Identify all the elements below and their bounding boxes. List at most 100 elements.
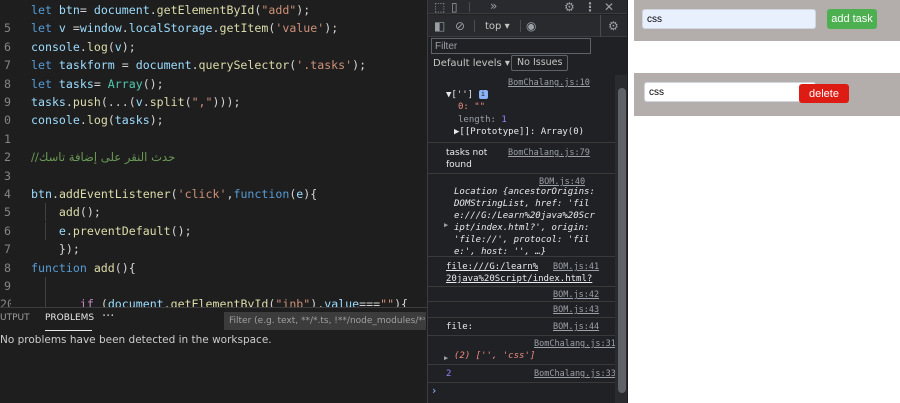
code-token: tasks	[31, 95, 66, 109]
location-line: DOMStringList, href: 'fil	[454, 199, 590, 209]
code-line[interactable]: 9	[0, 277, 427, 295]
code-line[interactable]: 20 if (document.getElementById("inb").va…	[0, 295, 427, 307]
code-line[interactable]: 0 console.log(tasks);	[0, 111, 427, 129]
source-link[interactable]: BOM.js:44	[553, 322, 599, 333]
code-token: (...(	[100, 95, 136, 109]
code-token: tasks	[114, 113, 150, 128]
code-token: split	[149, 95, 185, 109]
code-token: );	[149, 113, 164, 128]
source-link[interactable]: BomChalang.js:33	[534, 369, 615, 380]
code-token: preventDefault	[72, 223, 171, 238]
code-token: log	[86, 113, 108, 128]
code-token: ();	[79, 205, 101, 220]
code-editor[interactable]: let btn= document.getElementById("add");…	[0, 0, 427, 307]
code-token: function	[31, 260, 94, 275]
toolbar-divider	[474, 20, 475, 32]
clear-console-icon[interactable]: ⊘	[455, 19, 465, 33]
context-select[interactable]: top ▾	[485, 21, 510, 32]
code-line[interactable]: 6 e.preventDefault();	[0, 221, 427, 240]
code-line[interactable]: 5 let v =window.localStorage.getItem('val…	[0, 19, 427, 37]
code-line[interactable]: 8 function add(){	[0, 259, 427, 277]
code-line[interactable]: 7 });	[0, 240, 427, 258]
task-input[interactable]	[642, 9, 816, 29]
code-token: getElementById	[156, 3, 255, 17]
source-link[interactable]: BomChalang.js:79	[508, 148, 590, 159]
console-filter-input[interactable]	[431, 38, 591, 54]
source-link[interactable]: BOM.js:42	[553, 290, 599, 301]
console-settings-gear-icon[interactable]: ⚙	[608, 19, 619, 33]
source-link[interactable]: BOM.js:43	[553, 305, 599, 316]
code-token: "add"	[261, 3, 297, 17]
devtools-tab-bar: ⬚ ▯ » ⚙ ⋮ ✕	[428, 0, 627, 14]
code-token: ();	[170, 223, 192, 238]
task-text-field[interactable]	[644, 82, 816, 102]
close-devtools-icon[interactable]: ✕	[604, 0, 614, 14]
info-icon: i	[478, 90, 488, 99]
device-toolbar-icon[interactable]: ▯	[451, 0, 458, 14]
code-line[interactable]: let btn= document.getElementById("add");	[0, 1, 427, 19]
source-link[interactable]: BomChalang.js:10	[508, 78, 590, 89]
add-task-button[interactable]: add task	[827, 9, 877, 29]
toolbar-divider	[600, 15, 601, 37]
problems-filter-input[interactable]	[224, 312, 426, 330]
sidebar-toggle-icon[interactable]: ◧	[434, 19, 445, 33]
code-line[interactable]: 1	[0, 130, 427, 148]
array-prototype[interactable]: ▶[[Prototype]]: Array(0)	[454, 127, 584, 138]
code-token: ){	[303, 187, 318, 201]
code-line[interactable]: 7 let taskform = document.querySelector('…	[0, 56, 427, 74]
line-number: 5	[4, 21, 11, 36]
inspect-element-icon[interactable]: ⬚	[434, 0, 445, 14]
code-token: );	[121, 39, 136, 54]
message-link[interactable]: 20java%20Script/index.html?	[446, 274, 592, 285]
message-text: file:	[446, 322, 474, 332]
code-token: =	[93, 76, 108, 91]
array-expanded[interactable]: ▼[''] i	[446, 90, 488, 101]
tab-problems[interactable]: PROBLEMS	[45, 313, 94, 323]
expand-triangle-icon[interactable]: ▶	[444, 353, 448, 364]
message-number: 2	[446, 369, 452, 379]
code-line[interactable]: 3	[0, 167, 427, 185]
code-token: =	[79, 3, 94, 17]
code-token: taskform	[58, 58, 115, 73]
code-token: v	[58, 21, 66, 36]
console-message: BOM.js:43	[428, 303, 615, 318]
issues-button[interactable]: No Issues	[511, 55, 569, 71]
code-line[interactable]: 4 btn.addEventListener('click',function(e…	[0, 185, 427, 203]
code-line[interactable]: 2 //حدث النقر على إضافة تاسك	[0, 148, 427, 166]
more-actions-icon[interactable]: ···	[102, 309, 114, 324]
more-tabs-icon[interactable]: »	[490, 0, 497, 13]
console-scrollbar-thumb[interactable]	[618, 88, 626, 393]
code-token: console	[31, 113, 80, 128]
code-line[interactable]: 8 let tasks= Array();	[0, 75, 427, 93]
expand-triangle-icon[interactable]: ▶	[444, 220, 448, 231]
code-token: ""	[380, 297, 395, 307]
array-item-text: 0: ""	[458, 102, 486, 112]
source-link[interactable]: BomChalang.js:31	[534, 339, 615, 350]
code-token: console	[31, 39, 80, 54]
code-token: .	[79, 39, 87, 54]
code-token: ","	[191, 95, 213, 109]
code-token: document	[93, 3, 150, 17]
tab-output[interactable]: UTPUT	[0, 313, 30, 323]
location-line: ipt/index.html?', origin:	[454, 223, 590, 233]
code-text: let taskform = document.querySelector('.…	[31, 56, 366, 74]
location-line: e:', host: '', …}	[454, 247, 547, 257]
source-link[interactable]: BOM.js:41	[553, 262, 599, 273]
live-expression-eye-icon[interactable]: ◉	[526, 19, 536, 33]
code-line[interactable]: 6 console.log(v);	[0, 38, 427, 56]
console-prompt[interactable]: ›	[432, 384, 436, 397]
message-link[interactable]: file:///G:/learn%	[446, 262, 538, 273]
code-line[interactable]: 5 add();	[0, 203, 427, 222]
line-number: 8	[4, 260, 11, 275]
indent-guide	[45, 277, 46, 295]
settings-gear-icon[interactable]: ⚙	[564, 0, 575, 14]
log-levels-select[interactable]: Default levels ▾	[433, 58, 510, 69]
length-value: 1	[501, 115, 507, 125]
more-options-icon[interactable]: ⋮	[584, 0, 596, 14]
code-line[interactable]: 9 tasks.push(...(v.split(",")));	[0, 93, 427, 111]
delete-task-button[interactable]: delete	[799, 84, 849, 103]
code-token: .	[142, 95, 150, 109]
code-text: e.preventDefault();	[31, 222, 192, 240]
code-token: //حدث النقر على إضافة تاسك	[31, 150, 176, 165]
